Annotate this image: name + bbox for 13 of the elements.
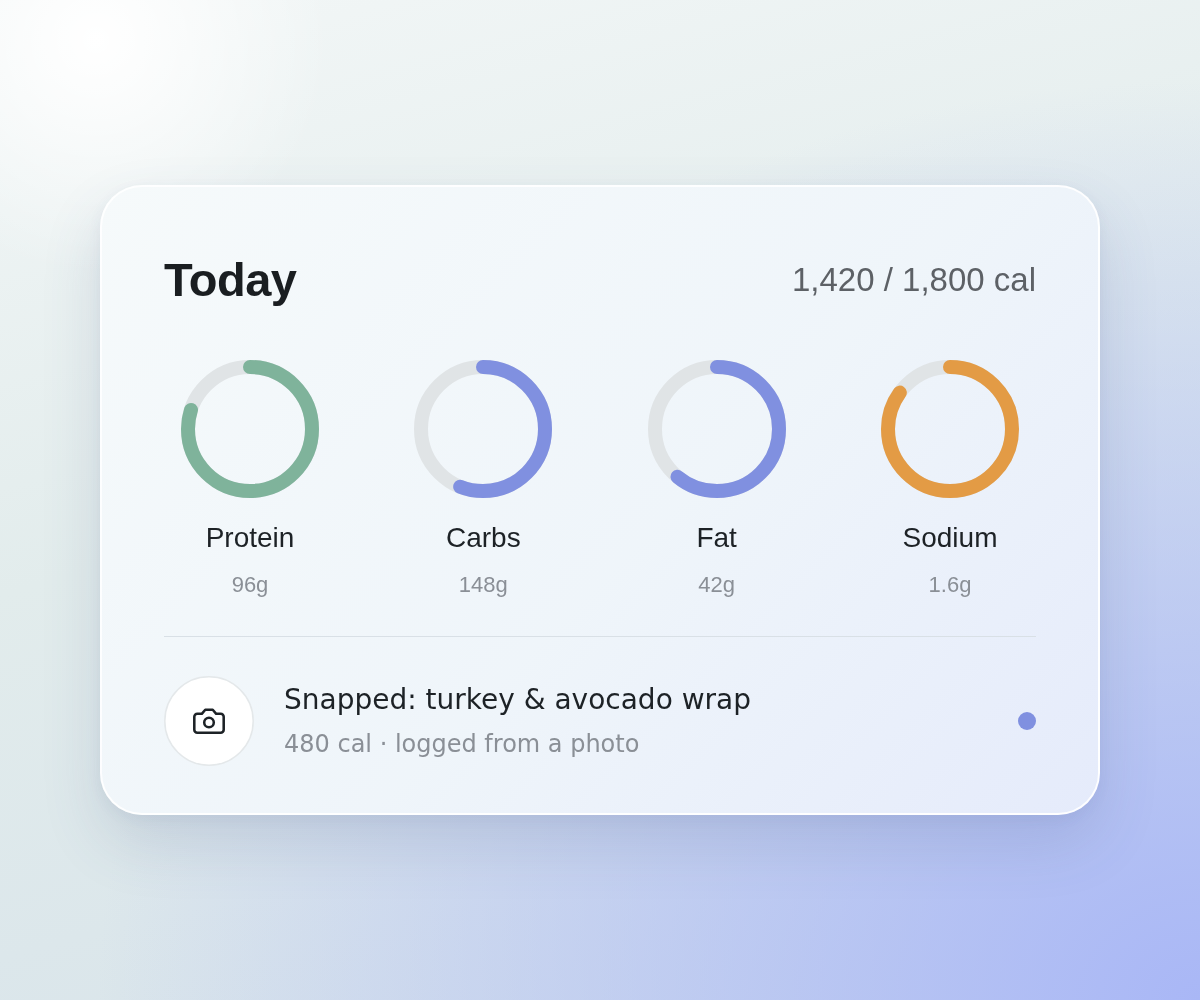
camera-icon	[164, 676, 254, 766]
nutrient-amount: 96g	[231, 571, 269, 599]
log-entry-detail: 480 cal · logged from a photo	[284, 729, 640, 759]
nutrient-name: Protein	[205, 521, 295, 555]
nutrient-amount: 42g	[698, 571, 735, 599]
log-entry-title: Snapped: turkey & avocado wrap	[284, 683, 751, 717]
nutrient-name: Fat	[696, 521, 737, 555]
nutrient-name: Sodium	[902, 521, 998, 555]
card-title: Today	[164, 252, 297, 308]
nutrient-name: Carbs	[445, 521, 521, 555]
nutrient-amount: 148g	[458, 571, 508, 599]
nutrient-amount: 1.6g	[928, 571, 972, 599]
calorie-total: 1,420 / 1,800 cal	[791, 260, 1036, 300]
